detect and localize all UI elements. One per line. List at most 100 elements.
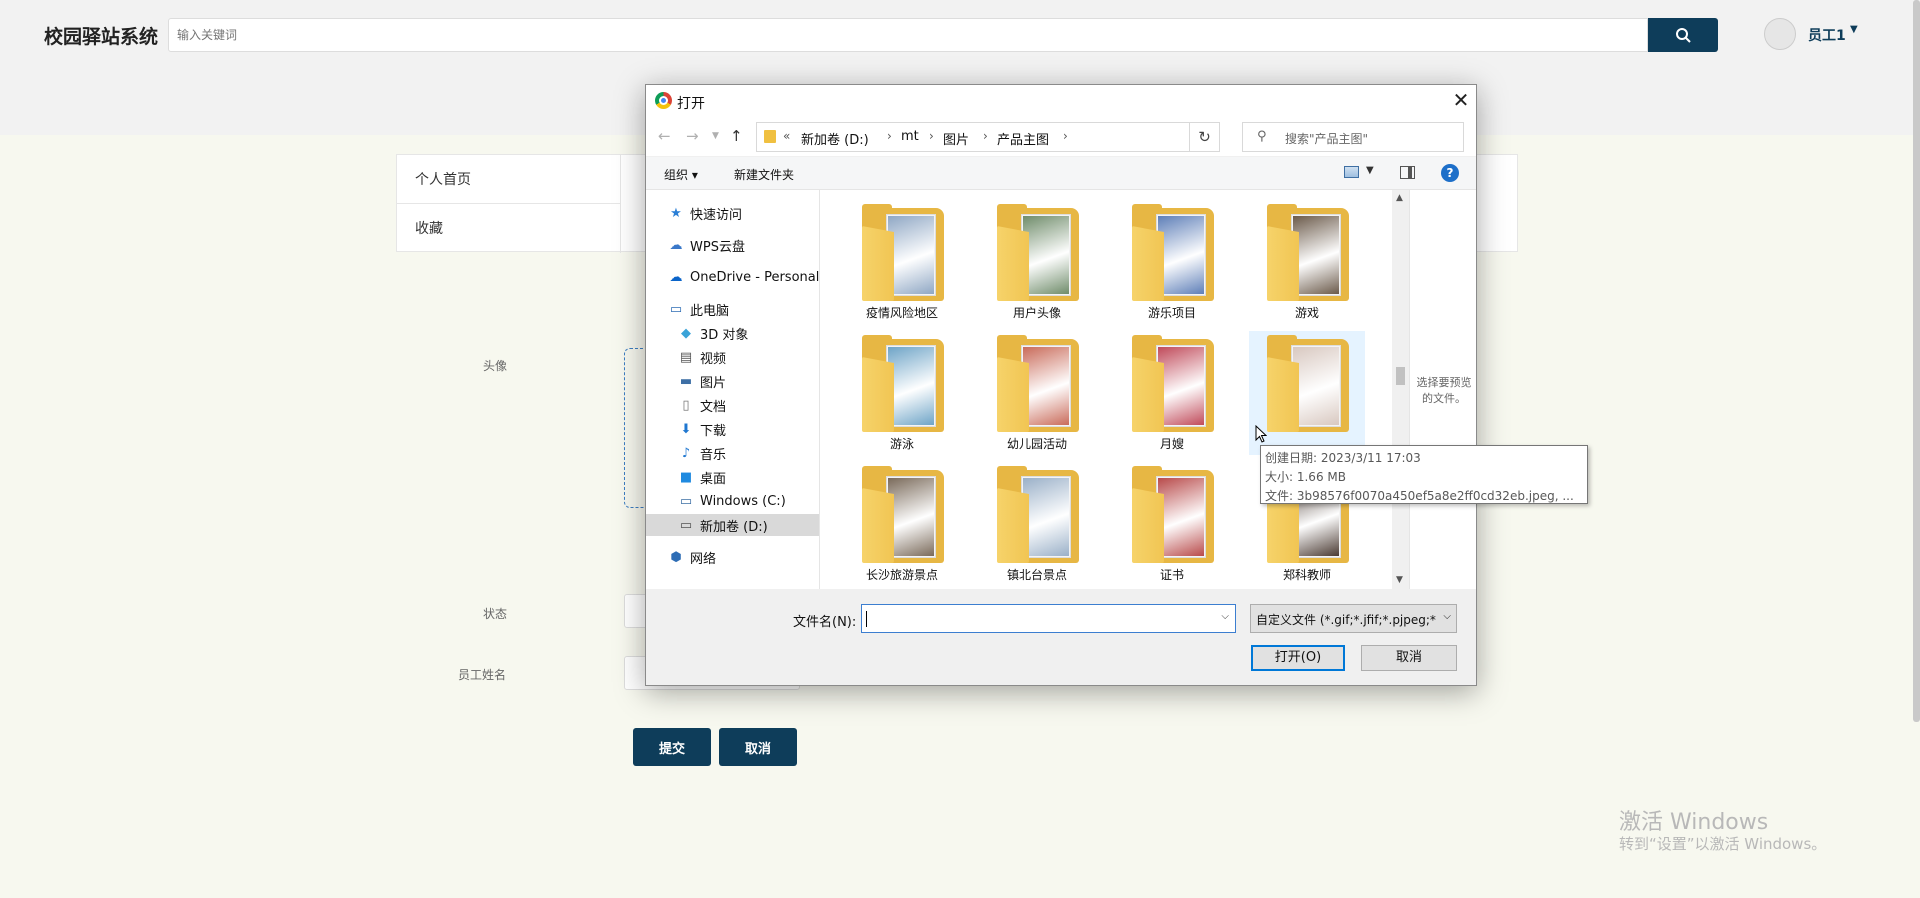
help-icon[interactable]: ? (1441, 164, 1459, 182)
scroll-thumb[interactable] (1396, 367, 1405, 385)
breadcrumb-drive-d[interactable]: 新加卷 (D:) (801, 129, 869, 148)
folder-name: 游戏 (1294, 306, 1319, 320)
folder-icon (1132, 204, 1214, 301)
nav-3d-objects[interactable]: ◆ 3D 对象 (678, 322, 748, 344)
breadcrumb-overflow[interactable]: « (783, 129, 790, 143)
refresh-button[interactable]: ↻ (1190, 122, 1220, 152)
nav-pictures[interactable]: ▬ 图片 (678, 370, 726, 392)
page-scrollbar[interactable] (1913, 0, 1920, 722)
user-name[interactable]: 员工1 (1808, 25, 1846, 45)
submit-button[interactable]: 提交 (633, 728, 711, 766)
avatar[interactable] (1764, 18, 1796, 50)
tooltip-created: 创建日期: 2023/3/11 17:03 (1265, 451, 1421, 465)
file-type-select[interactable]: 自定义文件 (*.gif;*.jfif;*.pjpeg;* ⌵ (1250, 604, 1457, 633)
scroll-down-icon[interactable]: ▼ (1396, 575, 1403, 585)
nav-desktop[interactable]: ■ 桌面 (678, 466, 726, 488)
recent-locations-icon[interactable]: ▼ (712, 131, 719, 141)
nav-downloads[interactable]: ⬇ 下载 (678, 418, 726, 440)
site-search-box[interactable] (168, 18, 1648, 52)
drive-icon: ▭ (679, 517, 693, 533)
folder-item[interactable]: 游乐项目 (1114, 200, 1230, 324)
folder-item[interactable]: 游戏 (1249, 200, 1365, 324)
folder-search-input[interactable]: ⚲ 搜索"产品主图" (1242, 122, 1464, 152)
close-icon[interactable]: ✕ (1448, 88, 1474, 114)
text-caret (866, 611, 867, 627)
chevron-down-icon[interactable]: ▼ (1850, 24, 1858, 35)
refresh-icon: ↻ (1198, 128, 1211, 146)
chevron-right-icon[interactable]: › (1063, 129, 1068, 143)
nav-documents[interactable]: ▯ 文档 (678, 394, 726, 416)
back-arrow-icon[interactable]: ← (658, 127, 671, 145)
chrome-icon (655, 92, 672, 109)
nav-quick-access[interactable]: ★ 快速访问 (668, 202, 742, 224)
chevron-down-icon[interactable]: ⌵ (1221, 611, 1229, 622)
organize-menu[interactable]: 组织 ▾ (664, 166, 698, 183)
dialog-cancel-button[interactable]: 取消 (1361, 645, 1457, 671)
folder-item[interactable]: 镇北台景点 (979, 462, 1095, 586)
folder-item[interactable]: 月嫂 (1114, 331, 1230, 455)
folder-item[interactable]: 长沙旅游景点 (844, 462, 960, 586)
folder-search-placeholder: 搜索"产品主图" (1285, 132, 1369, 146)
up-arrow-icon[interactable]: ↑ (730, 127, 743, 145)
site-search-input[interactable] (169, 19, 1647, 51)
folder-icon (1132, 466, 1214, 563)
preview-pane-icon[interactable] (1400, 166, 1415, 179)
breadcrumb-product-images[interactable]: 产品主图 (997, 129, 1049, 148)
dialog-title-bar[interactable]: 打开 ✕ (646, 85, 1476, 116)
open-button[interactable]: 打开(O) (1251, 645, 1345, 671)
folder-item[interactable]: 幼儿园活动 (979, 331, 1095, 455)
menu-item-favorites[interactable]: 收藏 (397, 204, 621, 253)
filename-label: 文件名(N): (793, 615, 857, 630)
filename-input[interactable]: ⌵ (861, 604, 1236, 633)
nav-onedrive[interactable]: ☁ OneDrive - Personal (668, 266, 820, 288)
music-icon: ♪ (681, 445, 691, 461)
network-icon: ⬢ (670, 549, 682, 565)
address-bar[interactable]: « 新加卷 (D:) › mt › 图片 › 产品主图 › ⌵ (756, 122, 1279, 152)
view-mode-icon[interactable] (1344, 166, 1359, 178)
scroll-up-icon[interactable]: ▲ (1396, 193, 1403, 203)
cancel-button[interactable]: 取消 (719, 728, 797, 766)
nav-music[interactable]: ♪ 音乐 (678, 442, 726, 464)
nav-wps-cloud[interactable]: ☁ WPS云盘 (668, 234, 745, 256)
navigation-pane: ★ 快速访问 ☁ WPS云盘 ☁ OneDrive - Personal ▭ 此电脑 ◆… (646, 190, 820, 589)
forward-arrow-icon[interactable]: → (686, 127, 699, 145)
mouse-pointer-icon (1255, 425, 1267, 443)
file-tooltip: 创建日期: 2023/3/11 17:03 大小: 1.66 MB 文件: 3b… (1260, 445, 1588, 504)
dialog-bottom-bar: 文件名(N): ⌵ 自定义文件 (*.gif;*.jfif;*.pjpeg;* … (646, 589, 1476, 685)
avatar-upload-area[interactable] (624, 348, 644, 508)
folder-item[interactable]: 疫情风险地区 (844, 200, 960, 324)
nav-drive-d[interactable]: ▭ 新加卷 (D:) (646, 514, 819, 536)
folder-icon (862, 204, 944, 301)
avatar-label: 头像 (483, 359, 508, 373)
folder-icon (1132, 335, 1214, 432)
chevron-right-icon[interactable]: › (887, 129, 892, 143)
nav-drive-c[interactable]: ▭ Windows (C:) (678, 490, 786, 512)
breadcrumb-pictures[interactable]: 图片 (943, 129, 969, 148)
chevron-right-icon[interactable]: › (929, 129, 934, 143)
site-search-button[interactable] (1648, 18, 1718, 52)
file-list-scrollbar[interactable]: ▲ ▼ (1392, 190, 1409, 589)
folder-icon (997, 335, 1079, 432)
folder-item[interactable]: 游泳 (844, 331, 960, 455)
star-icon: ★ (670, 205, 682, 221)
chevron-down-icon[interactable]: ⌵ (1443, 611, 1451, 622)
chevron-right-icon[interactable]: › (983, 129, 988, 143)
folder-item[interactable]: 证书 (1114, 462, 1230, 586)
folder-icon (862, 466, 944, 563)
activation-watermark-title: 激活 Windows (1619, 810, 1769, 835)
nav-network[interactable]: ⬢ 网络 (668, 546, 716, 568)
folder-name: 月嫂 (1159, 437, 1184, 451)
folder-item[interactable]: 用户头像 (979, 200, 1095, 324)
staff-name-label: 员工姓名 (458, 668, 507, 682)
nav-videos[interactable]: ▤ 视频 (678, 346, 726, 368)
site-logo[interactable]: 校园驿站系统 (44, 22, 158, 49)
folder-icon (1267, 204, 1349, 301)
folder-name: 镇北台景点 (1006, 568, 1067, 582)
new-folder-button[interactable]: 新建文件夹 (734, 166, 794, 183)
folder-name: 郑科教师 (1282, 568, 1331, 582)
breadcrumb-mt[interactable]: mt (901, 129, 919, 144)
tooltip-file: 文件: 3b98576f0070a450ef5a8e2ff0cd32eb.jpe… (1265, 489, 1574, 503)
menu-item-home[interactable]: 个人首页 (397, 155, 621, 204)
nav-this-pc[interactable]: ▭ 此电脑 (668, 298, 729, 320)
chevron-down-icon[interactable]: ▼ (1366, 165, 1374, 176)
